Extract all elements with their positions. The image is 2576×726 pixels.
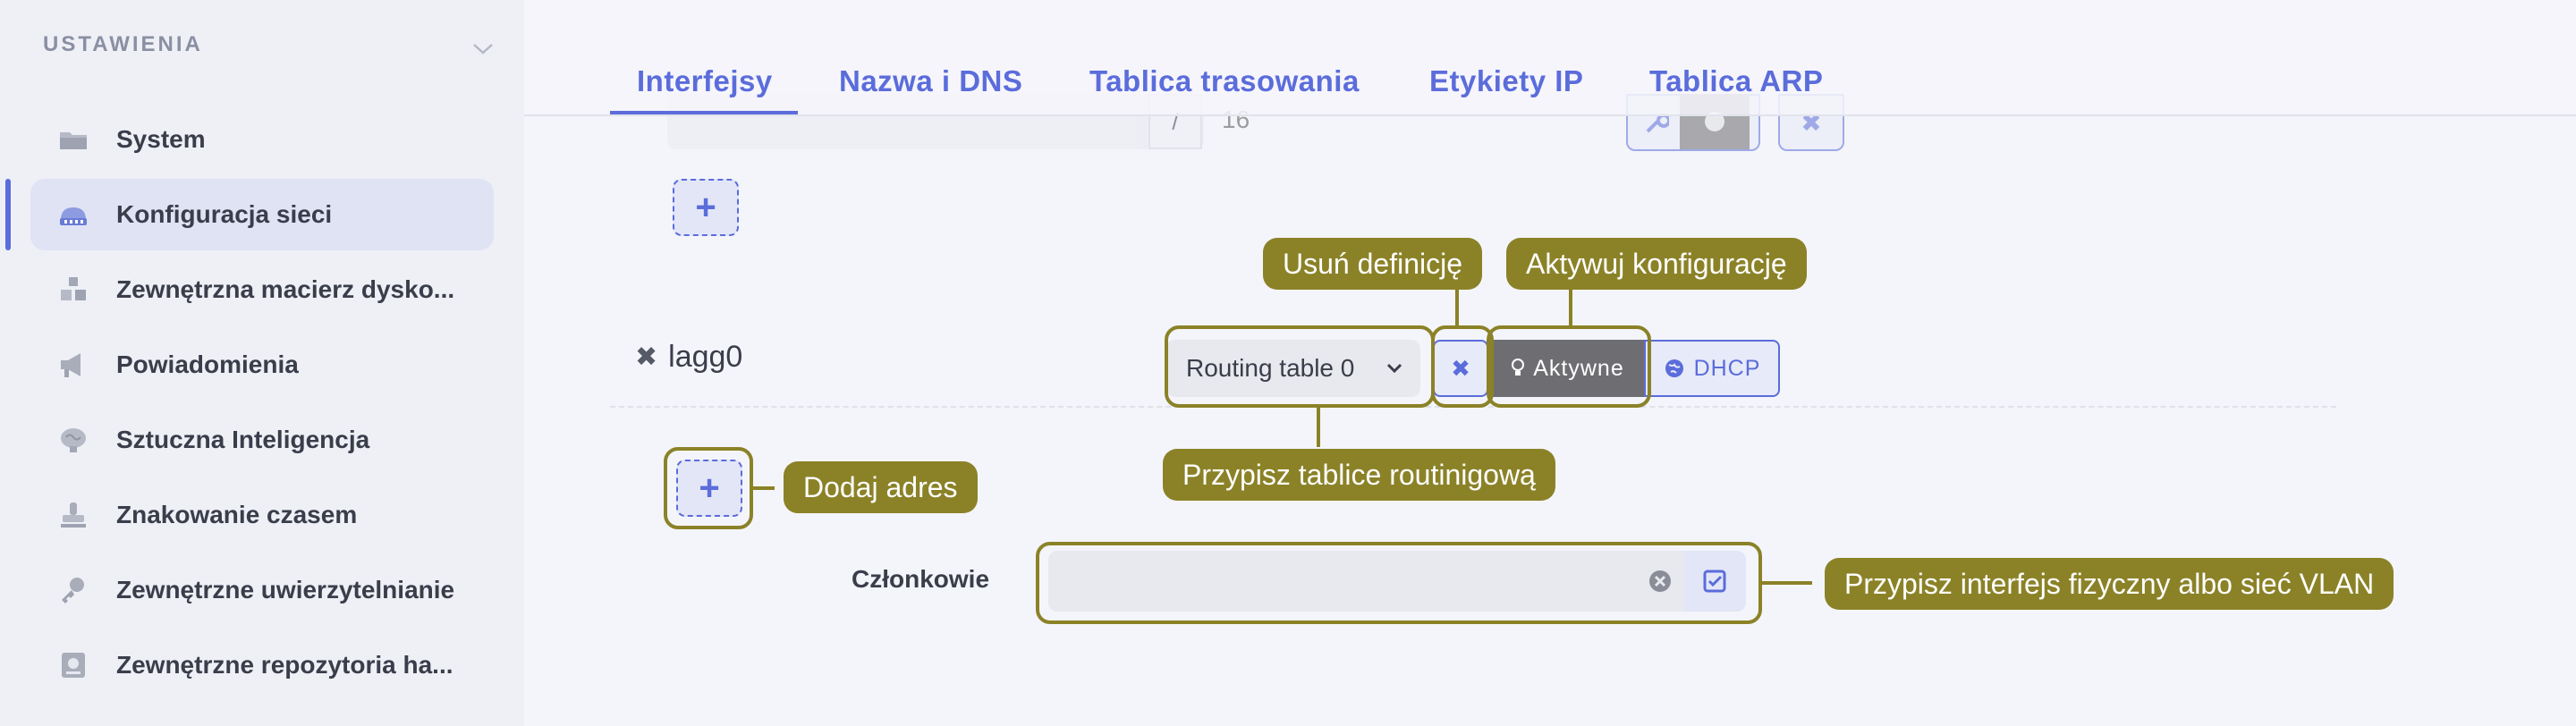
callout-activate-config: Aktywuj konfigurację [1506,238,1807,290]
megaphone-icon [61,353,80,377]
members-label: Członkowie [852,565,990,593]
callout-assign-interface: Przypisz interfejs fizyczny albo sieć VL… [1825,558,2394,610]
dhcp-button[interactable]: DHCP [1644,340,1780,397]
callout-assign-routing: Przypisz tablice routinigową [1163,449,1555,501]
sidebar: USTAWIENIA System Konfiguracja sieci Zew… [0,0,524,726]
disk-array-icon [61,277,86,300]
dhcp-label: DHCP [1693,355,1761,381]
sidebar-item-timestamping[interactable]: Znakowanie czasem [30,479,494,551]
main-content: / 16 ✖ + Interfejsy Nazwa i DNS Tablica … [524,0,2576,726]
interface-name: lagg0 [668,340,743,374]
annotation-line [753,486,775,490]
sidebar-item-label: System [116,125,206,153]
sidebar-item-external-disk-array[interactable]: Zewnętrzna macierz dysko... [30,254,494,325]
callout-delete-definition: Usuń definicję [1263,238,1482,290]
stamp-icon [61,502,86,528]
sidebar-item-label: Powiadomienia [116,350,299,378]
sidebar-header: USTAWIENIA [43,32,203,56]
sidebar-item-label: Konfiguracja sieci [116,200,333,228]
sidebar-item-label: Znakowanie czasem [116,501,358,528]
tab-ip-labels[interactable]: Etykiety IP [1429,64,1583,98]
network-icon [60,207,87,225]
tab-routing-table[interactable]: Tablica trasowania [1089,64,1360,98]
annotation-line [1569,286,1572,327]
key-icon [62,578,84,604]
callout-add-address: Dodaj adres [784,461,978,513]
sidebar-item-external-repos[interactable]: Zewnętrzne repozytoria ha... [30,629,494,701]
sidebar-item-label: Zewnętrzna macierz dysko... [116,275,455,303]
annotation-frame-add [664,447,753,529]
vault-icon [62,653,85,678]
chevron-down-icon[interactable] [469,34,497,63]
annotation-frame-routing [1165,325,1435,408]
globe-icon [1665,359,1683,377]
brain-icon [61,428,86,452]
annotation-line [1455,286,1459,327]
annotation-frame-delete [1431,325,1494,408]
annotation-line [1317,408,1320,447]
active-item-marker [5,179,11,250]
sidebar-item-external-auth[interactable]: Zewnętrzne uwierzytelnianie [30,554,494,626]
interface-title: ✖ lagg0 [635,340,742,375]
tab-name-dns[interactable]: Nazwa i DNS [839,64,1022,98]
sidebar-item-label: Sztuczna Inteligencja [116,426,370,453]
sidebar-item-label: Zewnętrzne uwierzytelnianie [116,576,455,604]
tab-interfaces[interactable]: Interfejsy [637,64,773,98]
tab-arp-table[interactable]: Tablica ARP [1649,64,1823,98]
add-address-button-top[interactable]: + [673,179,739,236]
annotation-line [1762,581,1812,585]
active-tab-underline [610,111,798,114]
annotation-frame-activate [1487,325,1651,408]
annotation-frame-members [1036,542,1762,624]
sidebar-item-network-config[interactable]: Konfiguracja sieci [30,179,494,250]
sidebar-item-ai[interactable]: Sztuczna Inteligencja [30,404,494,476]
delete-interface-icon[interactable]: ✖ [635,342,657,373]
sidebar-item-label: Zewnętrzne repozytoria ha... [116,651,453,679]
folder-icon [60,132,87,149]
sidebar-item-notifications[interactable]: Powiadomienia [30,329,494,401]
sidebar-item-system[interactable]: System [30,104,494,175]
tab-bar: Interfejsy Nazwa i DNS Tablica trasowani… [524,0,2576,116]
